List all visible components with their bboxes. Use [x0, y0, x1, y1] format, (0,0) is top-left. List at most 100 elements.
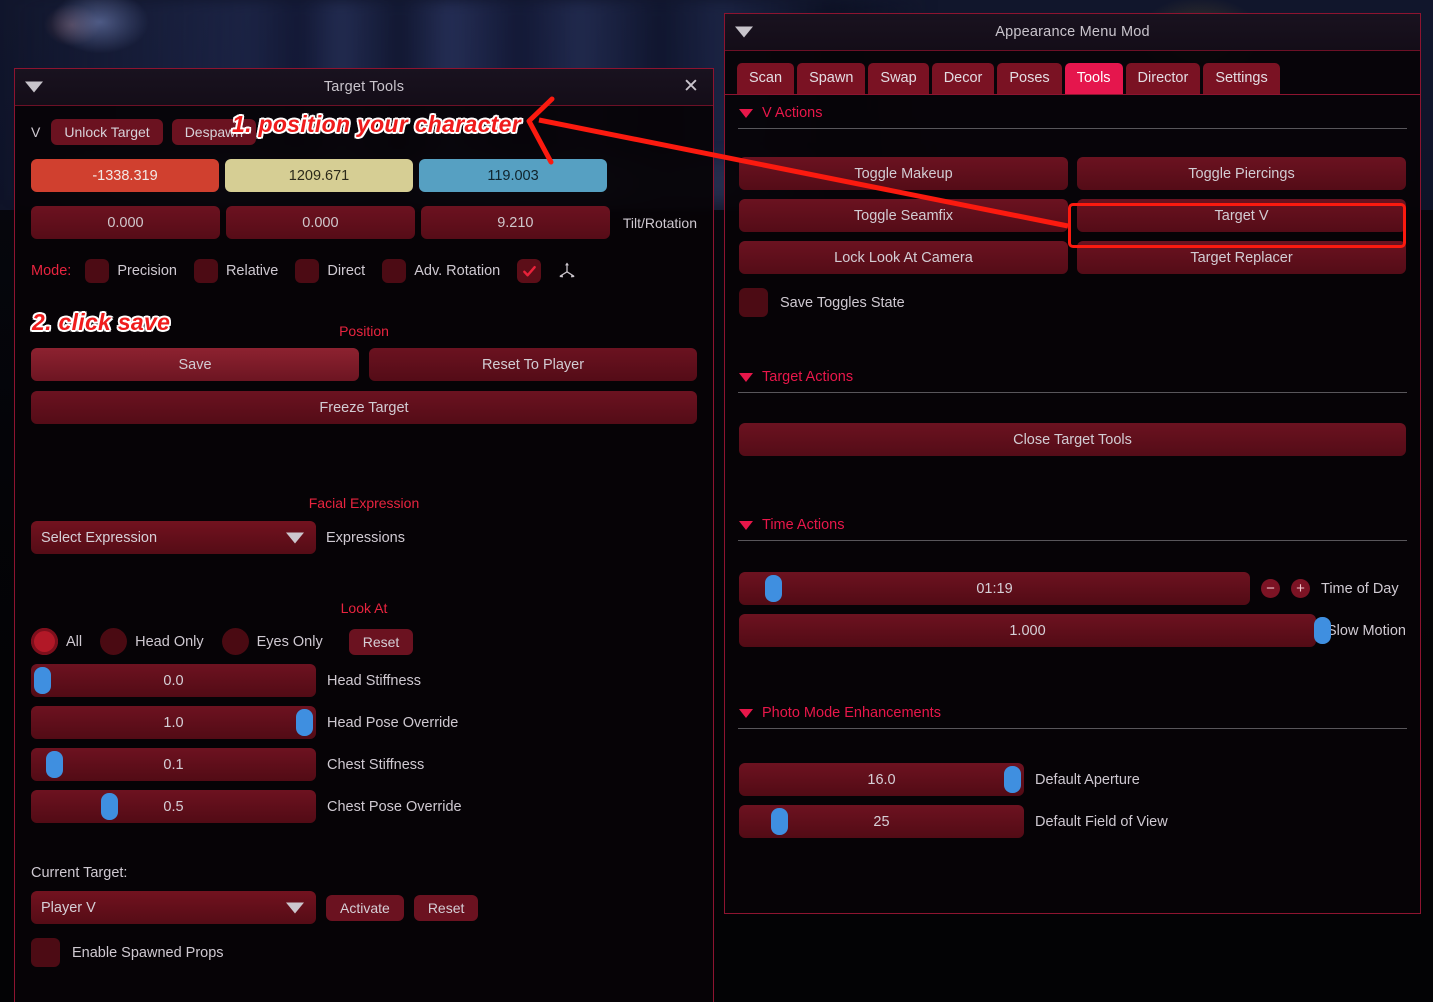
slider-slow-motion-value: 1.000 [1009, 622, 1046, 639]
coord-x-field[interactable]: -1338.319 [31, 159, 219, 192]
target-tools-titlebar: Target Tools ✕ [15, 69, 713, 106]
slider-slow-motion[interactable]: 1.000 [739, 614, 1331, 647]
coord-y-field[interactable]: 1209.671 [225, 159, 413, 192]
section-target-actions-header[interactable]: Target Actions [725, 359, 1420, 392]
radio-eyes-only[interactable] [221, 628, 249, 655]
tilt-rotation-label: Tilt/Rotation [622, 214, 697, 231]
tab-scan[interactable]: Scan [737, 63, 795, 94]
reset-to-player-button[interactable]: Reset To Player [369, 348, 697, 381]
target-tools-title: Target Tools [323, 79, 405, 95]
checkbox-direct[interactable] [295, 259, 320, 283]
plus-circle-icon[interactable]: + [1291, 579, 1310, 598]
slider-time-of-day[interactable]: 01:19 [739, 572, 1250, 605]
checkbox-save-toggles-state[interactable] [739, 288, 768, 317]
slider-chest-pose-override[interactable]: 0.5 [31, 790, 316, 823]
slider-head-stiffness[interactable]: 0.0 [31, 664, 316, 697]
toggle-makeup-button[interactable]: Toggle Makeup [739, 157, 1068, 190]
caret-down-icon[interactable] [739, 520, 753, 530]
label-all: All [66, 633, 83, 650]
amm-title: Appearance Menu Mod [995, 24, 1150, 40]
toggle-piercings-button[interactable]: Toggle Piercings [1077, 157, 1406, 190]
tab-decor[interactable]: Decor [931, 63, 995, 94]
target-tools-body: V Unlock Target Despawn -1338.319 1209.6… [15, 106, 713, 967]
target-replacer-button[interactable]: Target Replacer [1077, 241, 1406, 274]
slider-head-pose-override[interactable]: 1.0 [31, 706, 316, 739]
freeze-target-row: Freeze Target [31, 391, 697, 424]
close-icon[interactable]: ✕ [681, 77, 701, 97]
coord-z-field[interactable]: 119.003 [419, 159, 607, 192]
chevron-down-icon [286, 902, 304, 913]
slider-head-pose-override-row: 1.0 Head Pose Override [31, 706, 697, 739]
section-photo-mode-header[interactable]: Photo Mode Enhancements [725, 695, 1420, 728]
tab-poses[interactable]: Poses [997, 63, 1062, 94]
checkbox-enable-spawned-props[interactable] [31, 938, 60, 967]
slider-handle[interactable] [1314, 617, 1331, 644]
rotation-roll-field[interactable]: 0.000 [225, 206, 415, 239]
position-coordinates-row: -1338.319 1209.671 119.003 [31, 159, 697, 192]
checkbox-relative[interactable] [193, 259, 218, 283]
amm-tabs: Scan Spawn Swap Decor Poses Tools Direct… [725, 51, 1420, 95]
section-divider [738, 540, 1407, 541]
slider-chest-stiffness[interactable]: 0.1 [31, 748, 316, 781]
checkbox-precision[interactable] [85, 259, 110, 283]
tab-spawn[interactable]: Spawn [797, 63, 866, 94]
slider-default-field-of-view[interactable]: 25 [739, 805, 1024, 838]
toggle-seamfix-button[interactable]: Toggle Seamfix [739, 199, 1068, 232]
rotation-yaw-field[interactable]: 9.210 [420, 206, 610, 239]
tab-settings[interactable]: Settings [1203, 63, 1280, 94]
slider-chest-pose-override-value: 0.5 [163, 798, 184, 815]
caret-down-icon[interactable] [739, 372, 753, 382]
save-button[interactable]: Save [31, 348, 359, 381]
appearance-menu-mod-panel: Appearance Menu Mod Scan Spawn Swap Deco… [724, 13, 1421, 914]
minus-circle-icon[interactable]: − [1261, 579, 1280, 598]
current-target-select[interactable]: Player V [31, 891, 316, 924]
amm-titlebar: Appearance Menu Mod [725, 14, 1420, 51]
amm-body: Scan Spawn Swap Decor Poses Tools Direct… [725, 51, 1420, 838]
slider-default-aperture-label: Default Aperture [1035, 771, 1140, 788]
axis-gizmo-icon [559, 262, 575, 278]
label-enable-spawned-props: Enable Spawned Props [72, 944, 224, 961]
lock-look-at-camera-button[interactable]: Lock Look At Camera [739, 241, 1068, 274]
caret-down-icon[interactable] [735, 26, 753, 38]
target-reset-button[interactable]: Reset [413, 894, 479, 921]
label-direct: Direct [327, 263, 366, 279]
target-tools-panel: Target Tools ✕ V Unlock Target Despawn -… [14, 68, 714, 1002]
expression-select[interactable]: Select Expression [31, 521, 316, 554]
freeze-target-button[interactable]: Freeze Target [31, 391, 697, 424]
chevron-down-icon [286, 532, 304, 543]
section-target-actions-title: Target Actions [762, 369, 854, 385]
mode-row: Mode: Precision Relative Direct Adv. Rot… [31, 259, 697, 283]
unlock-target-button[interactable]: Unlock Target [51, 119, 163, 145]
v-actions-row-2: Toggle Seamfix Target V [725, 199, 1420, 232]
look-at-reset-button[interactable]: Reset [348, 628, 414, 655]
despawn-button[interactable]: Despawn [171, 119, 257, 145]
checkbox-adv-rotation[interactable] [382, 259, 407, 283]
caret-down-icon[interactable] [739, 708, 753, 718]
caret-down-icon[interactable] [25, 81, 43, 93]
current-target-row: Player V Activate Reset [31, 891, 697, 924]
rotation-pitch-field[interactable]: 0.000 [31, 206, 220, 239]
slider-default-aperture[interactable]: 16.0 [739, 763, 1024, 796]
radio-head-only[interactable] [100, 628, 128, 655]
checkbox-gizmo-enabled[interactable] [517, 259, 542, 283]
section-time-actions-header[interactable]: Time Actions [725, 507, 1420, 540]
look-at-options-row: All Head Only Eyes Only Reset [31, 628, 697, 655]
section-v-actions-header[interactable]: V Actions [725, 95, 1420, 128]
caret-down-icon[interactable] [739, 108, 753, 118]
section-divider [738, 392, 1407, 393]
activate-button[interactable]: Activate [326, 894, 404, 921]
tab-director[interactable]: Director [1125, 63, 1201, 94]
tab-swap[interactable]: Swap [868, 63, 929, 94]
slider-time-of-day-value: 01:19 [976, 580, 1013, 597]
close-target-tools-button[interactable]: Close Target Tools [739, 423, 1406, 456]
target-name-label: V [31, 124, 41, 140]
slider-head-stiffness-value: 0.0 [163, 672, 184, 689]
tab-tools[interactable]: Tools [1064, 63, 1123, 94]
expressions-label: Expressions [326, 529, 405, 546]
target-v-button[interactable]: Target V [1077, 199, 1406, 232]
slider-chest-pose-override-row: 0.5 Chest Pose Override [31, 790, 697, 823]
radio-all[interactable] [31, 628, 58, 655]
slider-head-stiffness-row: 0.0 Head Stiffness [31, 664, 697, 697]
target-actions-row: V Unlock Target Despawn [31, 106, 697, 145]
label-precision: Precision [117, 263, 177, 279]
